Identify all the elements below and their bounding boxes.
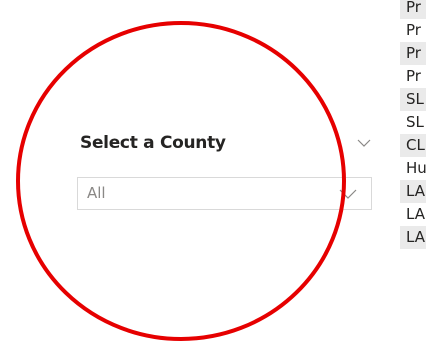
county-dropdown[interactable]: All bbox=[77, 177, 372, 210]
dropdown-value: All bbox=[87, 184, 106, 202]
table-row[interactable]: Pr bbox=[400, 65, 426, 88]
table-row[interactable]: CL bbox=[400, 134, 426, 157]
chevron-down-icon[interactable] bbox=[356, 135, 372, 151]
table-list: Pr Pr Pr Pr SL SL CL Hu LA LA LA bbox=[400, 0, 426, 349]
table-row[interactable]: LA bbox=[400, 180, 426, 203]
table-row[interactable]: SL bbox=[400, 111, 426, 134]
slicer-header: Select a County bbox=[80, 133, 372, 159]
table-row[interactable]: Pr bbox=[400, 42, 426, 65]
table-row[interactable]: Pr bbox=[400, 0, 426, 19]
chevron-down-icon bbox=[339, 186, 357, 202]
table-row[interactable]: Pr bbox=[400, 19, 426, 42]
table-row[interactable]: Hu bbox=[400, 157, 426, 180]
table-row[interactable]: SL bbox=[400, 88, 426, 111]
table-row[interactable]: LA bbox=[400, 203, 426, 226]
slicer-title: Select a County bbox=[80, 133, 226, 153]
table-row[interactable]: LA bbox=[400, 226, 426, 249]
